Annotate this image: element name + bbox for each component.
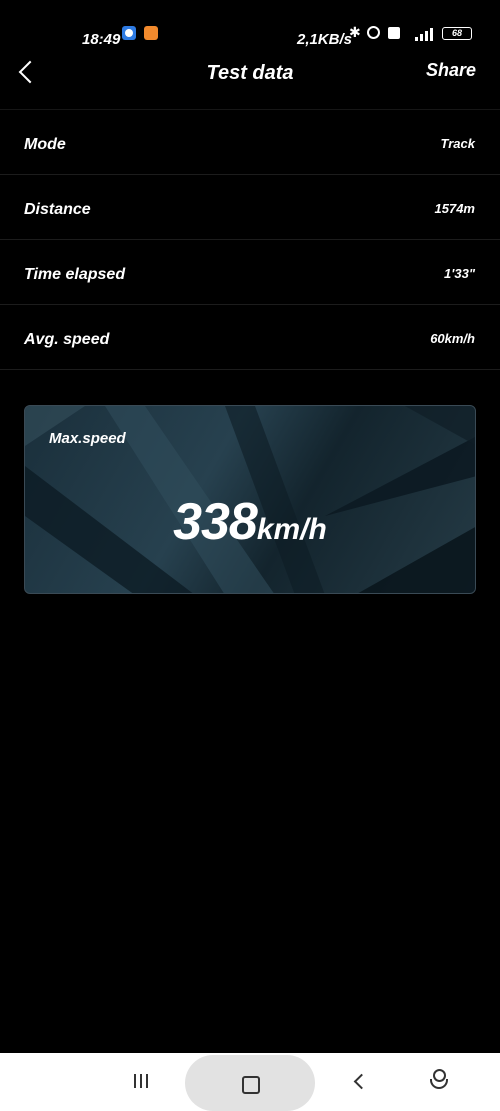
network-speed: 2,1KB/s <box>297 31 353 48</box>
share-button[interactable]: Share <box>426 60 476 81</box>
lte-signal-icon <box>407 27 435 41</box>
row-avg-speed: Avg. speed 60km/h <box>0 305 500 370</box>
assistant-icon[interactable] <box>428 1069 448 1091</box>
menu-icon[interactable] <box>134 1074 150 1088</box>
row-distance: Distance 1574m <box>0 175 500 240</box>
max-speed-readout: 338km/h <box>25 492 475 552</box>
system-nav-bar <box>0 1053 500 1111</box>
battery-icon: 68 <box>442 27 472 40</box>
bluetooth-icon: ✱ <box>349 24 361 40</box>
back-icon[interactable] <box>352 1071 368 1091</box>
row-label: Mode <box>24 136 66 153</box>
notification-app-icon <box>144 26 158 40</box>
status-bar: 18:49 2,1KB/s ✱ 68 <box>0 0 500 52</box>
row-label: Avg. speed <box>24 331 110 348</box>
home-icon[interactable] <box>185 1055 315 1111</box>
max-speed-value: 338 <box>173 493 258 551</box>
phone-app-icon <box>122 26 136 40</box>
row-mode: Mode Track <box>0 110 500 175</box>
row-value: 1574m <box>434 201 475 216</box>
row-time-elapsed: Time elapsed 1'33" <box>0 240 500 305</box>
row-value: 1'33" <box>444 266 475 281</box>
volte-icon <box>388 27 400 39</box>
row-label: Time elapsed <box>24 266 126 283</box>
header: Test data Share <box>0 52 500 96</box>
alarm-icon <box>367 26 380 39</box>
test-data-list: Mode Track Distance 1574m Time elapsed 1… <box>0 109 500 370</box>
max-speed-label: Max.speed <box>49 430 126 447</box>
row-value: Track <box>440 136 475 151</box>
status-time: 18:49 <box>82 31 121 48</box>
row-value: 60km/h <box>430 331 475 346</box>
row-label: Distance <box>24 201 91 218</box>
max-speed-unit: km/h <box>256 513 327 546</box>
max-speed-card: Max.speed 338km/h <box>24 405 476 594</box>
